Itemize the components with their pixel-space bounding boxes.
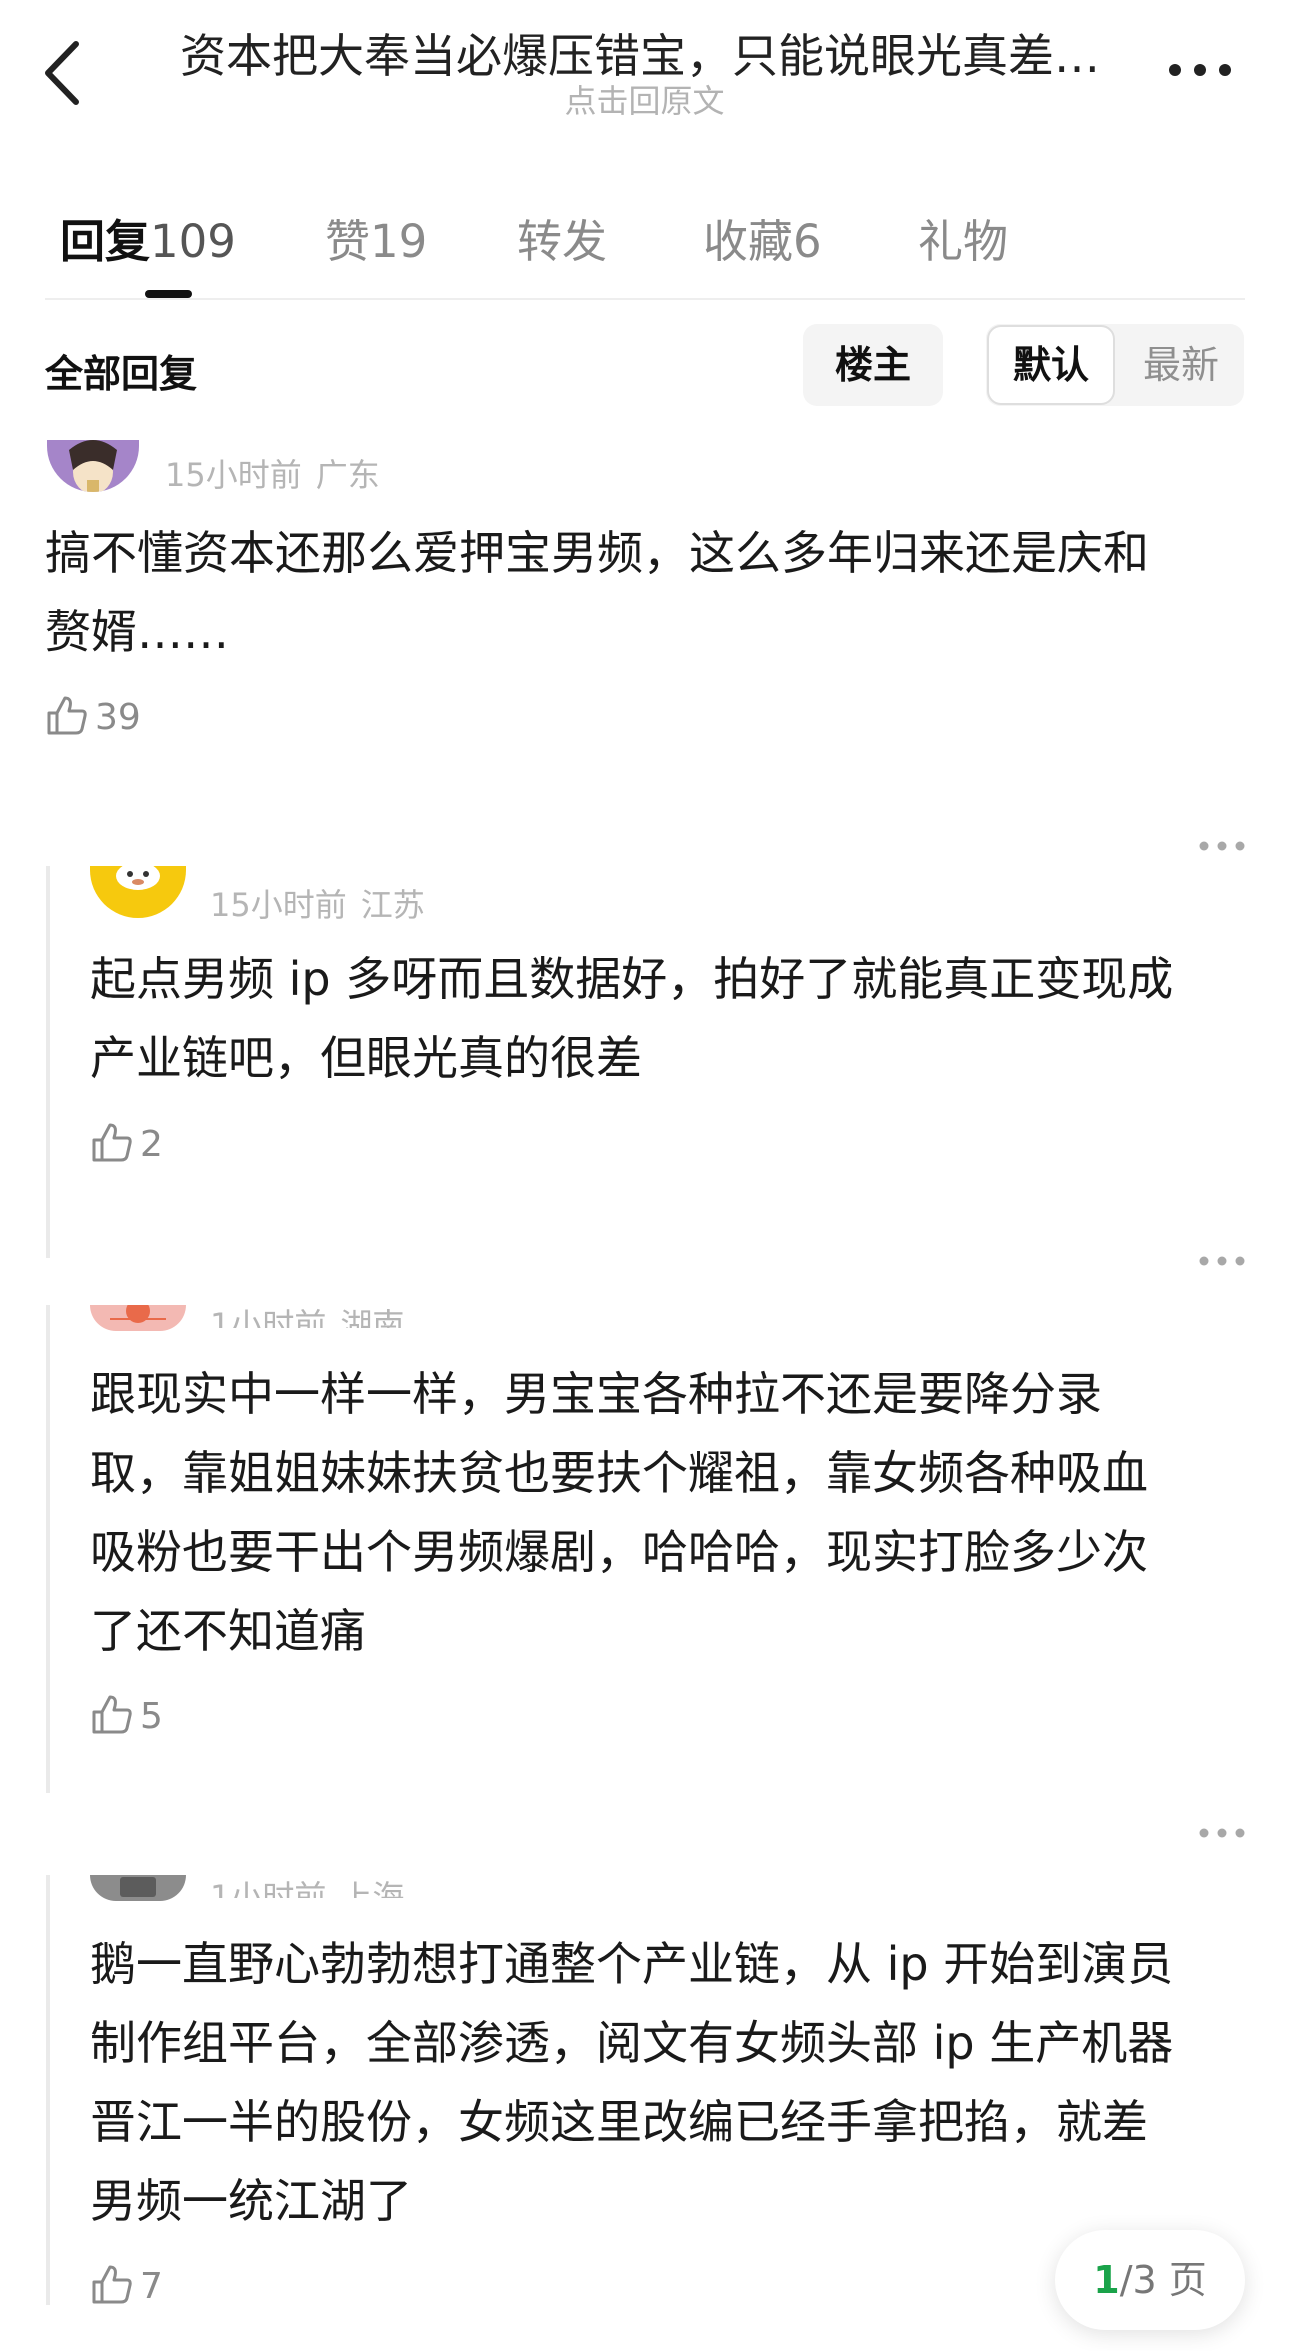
tab-replies[interactable]: 回复109	[60, 205, 236, 270]
like-count: 39	[95, 697, 141, 738]
tab-reposts[interactable]: 转发	[517, 205, 607, 270]
comment-line: 跟现实中一样一样，男宝宝各种拉不还是要降分录	[90, 1367, 1102, 1421]
thumbs-up-icon	[47, 696, 87, 735]
avatar-image	[90, 866, 186, 918]
like-button[interactable]: 2	[90, 1120, 163, 1165]
comment-meta: 15小时前 江苏	[210, 880, 425, 926]
page-indicator[interactable]: 1/3 页	[1055, 2230, 1245, 2330]
thread-line	[46, 1305, 50, 1793]
comment-text[interactable]: 跟现实中一样一样，男宝宝各种拉不还是要降分录 取，靠姐姐妹妹扶贫也要扶个耀祖，靠…	[90, 1355, 1240, 1671]
sort-default-button[interactable]: 默认	[987, 325, 1115, 405]
comment-line: 取，靠姐姐妹妹扶贫也要扶个耀祖，靠女频各种吸血	[90, 1446, 1148, 1500]
comment-line: 制作组平台，全部渗透，阅文有女频头部 ip 生产机器	[90, 2016, 1174, 2070]
avatar-image	[90, 1875, 186, 1901]
all-replies-heading: 全部回复	[45, 352, 198, 396]
comment-line: 吸粉也要干出个男频爆剧，哈哈哈，现实打脸多少次	[90, 1525, 1148, 1579]
back-to-original-link[interactable]: 点击回原文	[0, 76, 1289, 122]
comment-more-icon[interactable]	[1198, 1827, 1246, 1839]
page-total: /3 页	[1119, 2258, 1207, 2302]
comment-line: 赘婿……	[45, 605, 229, 659]
comment-location: 广东	[315, 456, 380, 494]
comment-more-icon[interactable]	[1198, 1255, 1246, 1267]
comment-meta: 1小时前 上海	[210, 1872, 404, 1898]
comment-time: 15小时前	[210, 886, 347, 924]
active-tab-indicator	[145, 290, 192, 298]
comment-text[interactable]: 起点男频 ip 多呀而且数据好，拍好了就能真正变现成 产业链吧，但眼光真的很差	[90, 940, 1240, 1098]
comment-text[interactable]: 搞不懂资本还那么爱押宝男频，这么多年归来还是庆和 赘婿……	[45, 514, 1245, 672]
avatar-image	[47, 440, 139, 492]
thumbs-up-icon	[92, 1123, 132, 1162]
comment-line: 搞不懂资本还那么爱押宝男频，这么多年归来还是庆和	[45, 526, 1149, 580]
comment-line: 鹅一直野心勃勃想打通整个产业链，从 ip 开始到演员	[90, 1937, 1174, 1991]
comment-line: 了还不知道痛	[90, 1604, 366, 1658]
thread-line	[46, 866, 50, 1258]
comment-meta: 1小时前 湖南	[210, 1300, 404, 1328]
avatar[interactable]	[90, 1305, 186, 1331]
tab-count: 109	[150, 215, 236, 268]
comment-meta: 15小时前 广东	[165, 450, 380, 496]
owner-only-button[interactable]: 楼主	[803, 324, 943, 406]
thumbs-up-icon	[92, 2265, 132, 2304]
comment-line: 产业链吧，但眼光真的很差	[90, 1031, 642, 1085]
avatar[interactable]	[90, 866, 186, 918]
thumbs-up-icon	[92, 1695, 132, 1734]
avatar[interactable]	[90, 1875, 186, 1901]
tab-label: 收藏	[703, 215, 794, 268]
comment-text[interactable]: 鹅一直野心勃勃想打通整个产业链，从 ip 开始到演员 制作组平台，全部渗透，阅文…	[90, 1925, 1240, 2241]
tab-label: 礼物	[918, 215, 1009, 268]
like-button[interactable]: 7	[90, 2262, 163, 2307]
like-button[interactable]: 5	[90, 1692, 163, 1737]
comment-line: 男频一统江湖了	[90, 2174, 412, 2228]
tab-count: 19	[370, 215, 428, 268]
comment-line: 晋江一半的股份，女频这里改编已经手拿把掐，就差	[90, 2095, 1148, 2149]
comment-more-icon[interactable]	[1198, 840, 1246, 852]
tab-count: 6	[793, 215, 822, 268]
comment-time: 1小时前	[210, 1306, 327, 1328]
tab-label: 赞	[325, 215, 371, 268]
comment-line: 起点男频 ip 多呀而且数据好，拍好了就能真正变现成	[90, 952, 1174, 1006]
tabs-divider	[45, 298, 1245, 300]
comment-time: 1小时前	[210, 1878, 327, 1898]
comment-time: 15小时前	[165, 456, 302, 494]
tab-likes[interactable]: 赞19	[325, 205, 427, 270]
avatar-image	[90, 1305, 186, 1331]
current-page: 1	[1093, 2258, 1120, 2302]
tab-label: 回复	[60, 215, 151, 268]
comment-location: 江苏	[360, 886, 425, 924]
comment-location: 湖南	[340, 1306, 405, 1328]
avatar[interactable]	[47, 440, 139, 492]
thread-line	[46, 1875, 50, 2305]
like-button[interactable]: 39	[45, 693, 141, 738]
like-count: 5	[140, 1696, 163, 1737]
more-options-icon[interactable]	[1165, 60, 1235, 80]
tab-label: 转发	[517, 215, 608, 268]
tab-favorites[interactable]: 收藏6	[703, 205, 822, 270]
comment-location: 上海	[340, 1878, 405, 1898]
sort-latest-button[interactable]: 最新	[1120, 324, 1242, 406]
like-count: 7	[140, 2266, 163, 2307]
tab-gifts[interactable]: 礼物	[918, 205, 1008, 270]
like-count: 2	[140, 1124, 163, 1165]
